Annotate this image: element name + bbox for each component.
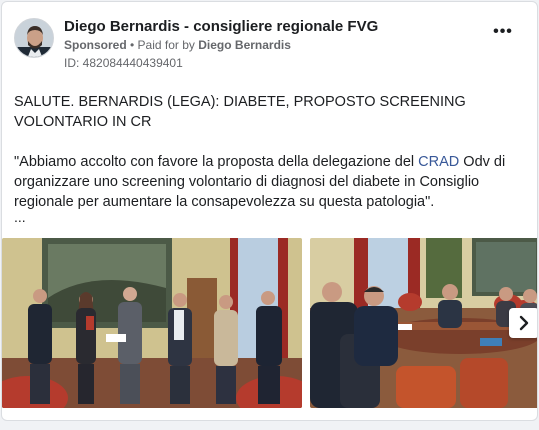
- post-quote: "Abbiamo accolto con favore la proposta …: [14, 152, 529, 212]
- carousel-photo-meeting[interactable]: [310, 238, 537, 408]
- paid-for-label: Paid for by: [137, 38, 199, 52]
- ad-id: ID: 482084440439401: [64, 56, 183, 70]
- sponsored-line: Sponsored • Paid for by Diego Bernardis: [64, 38, 291, 52]
- post-body: SALUTE. BERNARDIS (LEGA): DIABETE, PROPO…: [14, 92, 529, 224]
- chevron-right-icon: [519, 315, 529, 331]
- ad-post-card: Diego Bernardis - consigliere regionale …: [1, 1, 538, 421]
- paid-for-name[interactable]: Diego Bernardis: [198, 38, 291, 52]
- image-carousel: [2, 238, 537, 410]
- avatar-portrait: [15, 19, 53, 57]
- separator-dot: •: [126, 38, 138, 52]
- see-more-ellipsis[interactable]: ...: [14, 210, 529, 224]
- group-photo: [2, 238, 302, 408]
- more-options-button[interactable]: •••: [489, 24, 517, 46]
- carousel-photo-group[interactable]: [2, 238, 302, 408]
- page-avatar[interactable]: [14, 18, 54, 58]
- quote-text-start: "Abbiamo accolto con favore la proposta …: [14, 154, 419, 170]
- sponsored-label: Sponsored: [64, 38, 127, 52]
- carousel-next-button[interactable]: [509, 308, 537, 338]
- crad-link[interactable]: CRAD: [418, 154, 459, 170]
- meeting-photo: [310, 238, 537, 408]
- page-name-link[interactable]: Diego Bernardis - consigliere regionale …: [64, 18, 378, 35]
- post-header: Diego Bernardis - consigliere regionale …: [14, 14, 525, 74]
- post-headline: SALUTE. BERNARDIS (LEGA): DIABETE, PROPO…: [14, 94, 466, 130]
